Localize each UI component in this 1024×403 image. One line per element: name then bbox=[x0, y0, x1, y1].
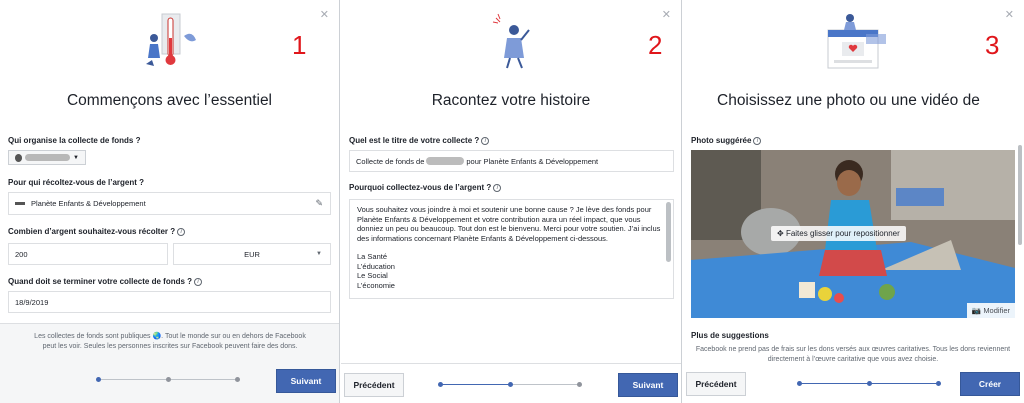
close-icon[interactable]: ✕ bbox=[320, 8, 329, 21]
previous-button[interactable]: Précédent bbox=[344, 373, 404, 397]
progress-dot-3 bbox=[235, 377, 240, 382]
move-icon: ✥ bbox=[777, 229, 784, 238]
why-label: Pourquoi collectez-vous de l’argent ? i bbox=[349, 183, 502, 192]
info-icon[interactable]: i bbox=[194, 277, 203, 286]
why-list: La Santé L’éducation Le Social L’économi… bbox=[357, 252, 666, 290]
progress-indicator bbox=[438, 380, 584, 390]
fees-note: Facebook ne prend pas de frais sur les d… bbox=[695, 346, 1011, 363]
page-title: Racontez votre histoire bbox=[431, 92, 591, 109]
beneficiary-value: Planète Enfants & Développement bbox=[31, 199, 146, 208]
camera-icon: 📷 bbox=[971, 306, 982, 315]
page-title: Choisissez une photo ou une vidéo de bbox=[717, 92, 980, 109]
organizer-selector[interactable]: ▼ bbox=[8, 150, 86, 165]
progress-dot-3 bbox=[577, 382, 582, 387]
suggested-photo-label: Photo suggérée i bbox=[691, 136, 762, 145]
progress-indicator bbox=[797, 379, 943, 389]
chevron-down-icon: ▼ bbox=[316, 251, 322, 257]
step-number-3: 3 bbox=[985, 30, 1000, 60]
footer: Précédent Suivant bbox=[341, 363, 681, 403]
progress-track-done bbox=[442, 384, 512, 385]
close-icon[interactable]: ✕ bbox=[1005, 8, 1014, 21]
fundraiser-step-3-panel: ✕ 3 Choisissez une photo ou une vidéo de… bbox=[683, 0, 1024, 403]
footer: Facebook ne prend pas de frais sur les d… bbox=[683, 341, 1024, 403]
more-suggestions-label: Plus de suggestions bbox=[691, 331, 769, 340]
progress-dot-1 bbox=[797, 381, 802, 386]
currency-value: EUR bbox=[244, 249, 260, 259]
why-text: Vous souhaitez vous joindre à moi et sou… bbox=[357, 205, 661, 243]
progress-dot-2 bbox=[867, 381, 872, 386]
why-textarea[interactable]: Vous souhaitez vous joindre à moi et sou… bbox=[349, 199, 674, 299]
blurred-name bbox=[25, 154, 71, 161]
photo-illustration bbox=[827, 14, 886, 69]
drag-hint: ✥ Faites glisser pour repositionner bbox=[771, 226, 906, 241]
charity-logo bbox=[15, 202, 25, 205]
amount-label: Combien d’argent souhaitez-vous récolter… bbox=[8, 227, 186, 236]
scrollbar[interactable] bbox=[1018, 145, 1022, 245]
list-item: Le Social bbox=[357, 271, 388, 280]
storyteller-illustration bbox=[492, 13, 530, 69]
list-item: L’éducation bbox=[357, 261, 395, 271]
edit-photo-button[interactable]: 📷 Modifier bbox=[966, 303, 1015, 318]
progress-track bbox=[512, 384, 580, 385]
progress-dot-1 bbox=[96, 377, 101, 382]
collect-title-prefix: Collecte de fonds de bbox=[356, 156, 425, 166]
list-item: La Santé bbox=[357, 252, 388, 261]
progress-dot-2 bbox=[166, 377, 171, 382]
progress-dot-1 bbox=[438, 382, 443, 387]
blurred-name bbox=[426, 157, 465, 165]
public-note: Les collectes de fonds sont publiques 🌏.… bbox=[34, 333, 306, 350]
end-date-label: Quand doit se terminer votre collecte de… bbox=[8, 277, 203, 286]
scrollbar[interactable] bbox=[666, 202, 671, 262]
avatar bbox=[15, 153, 23, 162]
next-button[interactable]: Suivant bbox=[276, 369, 336, 393]
organizer-label: Qui organise la collecte de fonds ? bbox=[8, 136, 141, 145]
next-button[interactable]: Suivant bbox=[618, 373, 678, 397]
pencil-icon[interactable]: ✎ bbox=[315, 198, 323, 209]
info-icon[interactable]: i bbox=[481, 136, 490, 145]
progress-dot-2 bbox=[508, 382, 513, 387]
collect-title-label: Quel est le titre de votre collecte ? i bbox=[349, 136, 490, 145]
currency-select[interactable]: EUR ▼ bbox=[173, 243, 331, 265]
info-icon[interactable]: i bbox=[177, 227, 186, 236]
list-item: L’économie bbox=[357, 280, 395, 290]
amount-input[interactable]: 200 bbox=[8, 243, 168, 265]
chevron-down-icon: ▼ bbox=[73, 154, 79, 161]
page-title: Commençons avec l’essentiel bbox=[66, 92, 273, 109]
progress-dot-3 bbox=[936, 381, 941, 386]
close-icon[interactable]: ✕ bbox=[662, 8, 671, 21]
info-icon[interactable]: i bbox=[753, 136, 762, 145]
beneficiary-field[interactable]: Planète Enfants & Développement ✎ bbox=[8, 192, 331, 215]
end-date-input[interactable]: 18/9/2019 bbox=[8, 291, 331, 313]
previous-button[interactable]: Précédent bbox=[686, 372, 746, 396]
collect-title-input[interactable]: Collecte de fonds de pour Planète Enfant… bbox=[349, 150, 674, 172]
fundraiser-step-1-panel: ✕ 1 Commençons avec l’essentiel Qui orga… bbox=[0, 0, 340, 403]
create-button[interactable]: Créer bbox=[960, 372, 1020, 396]
beneficiary-label: Pour qui récoltez-vous de l’argent ? bbox=[8, 178, 145, 187]
progress-indicator bbox=[96, 375, 242, 385]
thermometer-illustration bbox=[146, 13, 196, 66]
info-icon[interactable]: i bbox=[493, 183, 502, 192]
step-number-2: 2 bbox=[648, 30, 663, 60]
suggested-photo[interactable]: ✥ Faites glisser pour repositionner 📷 Mo… bbox=[691, 150, 1015, 318]
collect-title-suffix: pour Planète Enfants & Développement bbox=[466, 156, 599, 166]
step-number-1: 1 bbox=[292, 30, 307, 60]
footer: Les collectes de fonds sont publiques 🌏.… bbox=[0, 323, 339, 403]
fundraiser-step-2-panel: ✕ 2 Racontez votre histoire Quel est le … bbox=[341, 0, 682, 403]
